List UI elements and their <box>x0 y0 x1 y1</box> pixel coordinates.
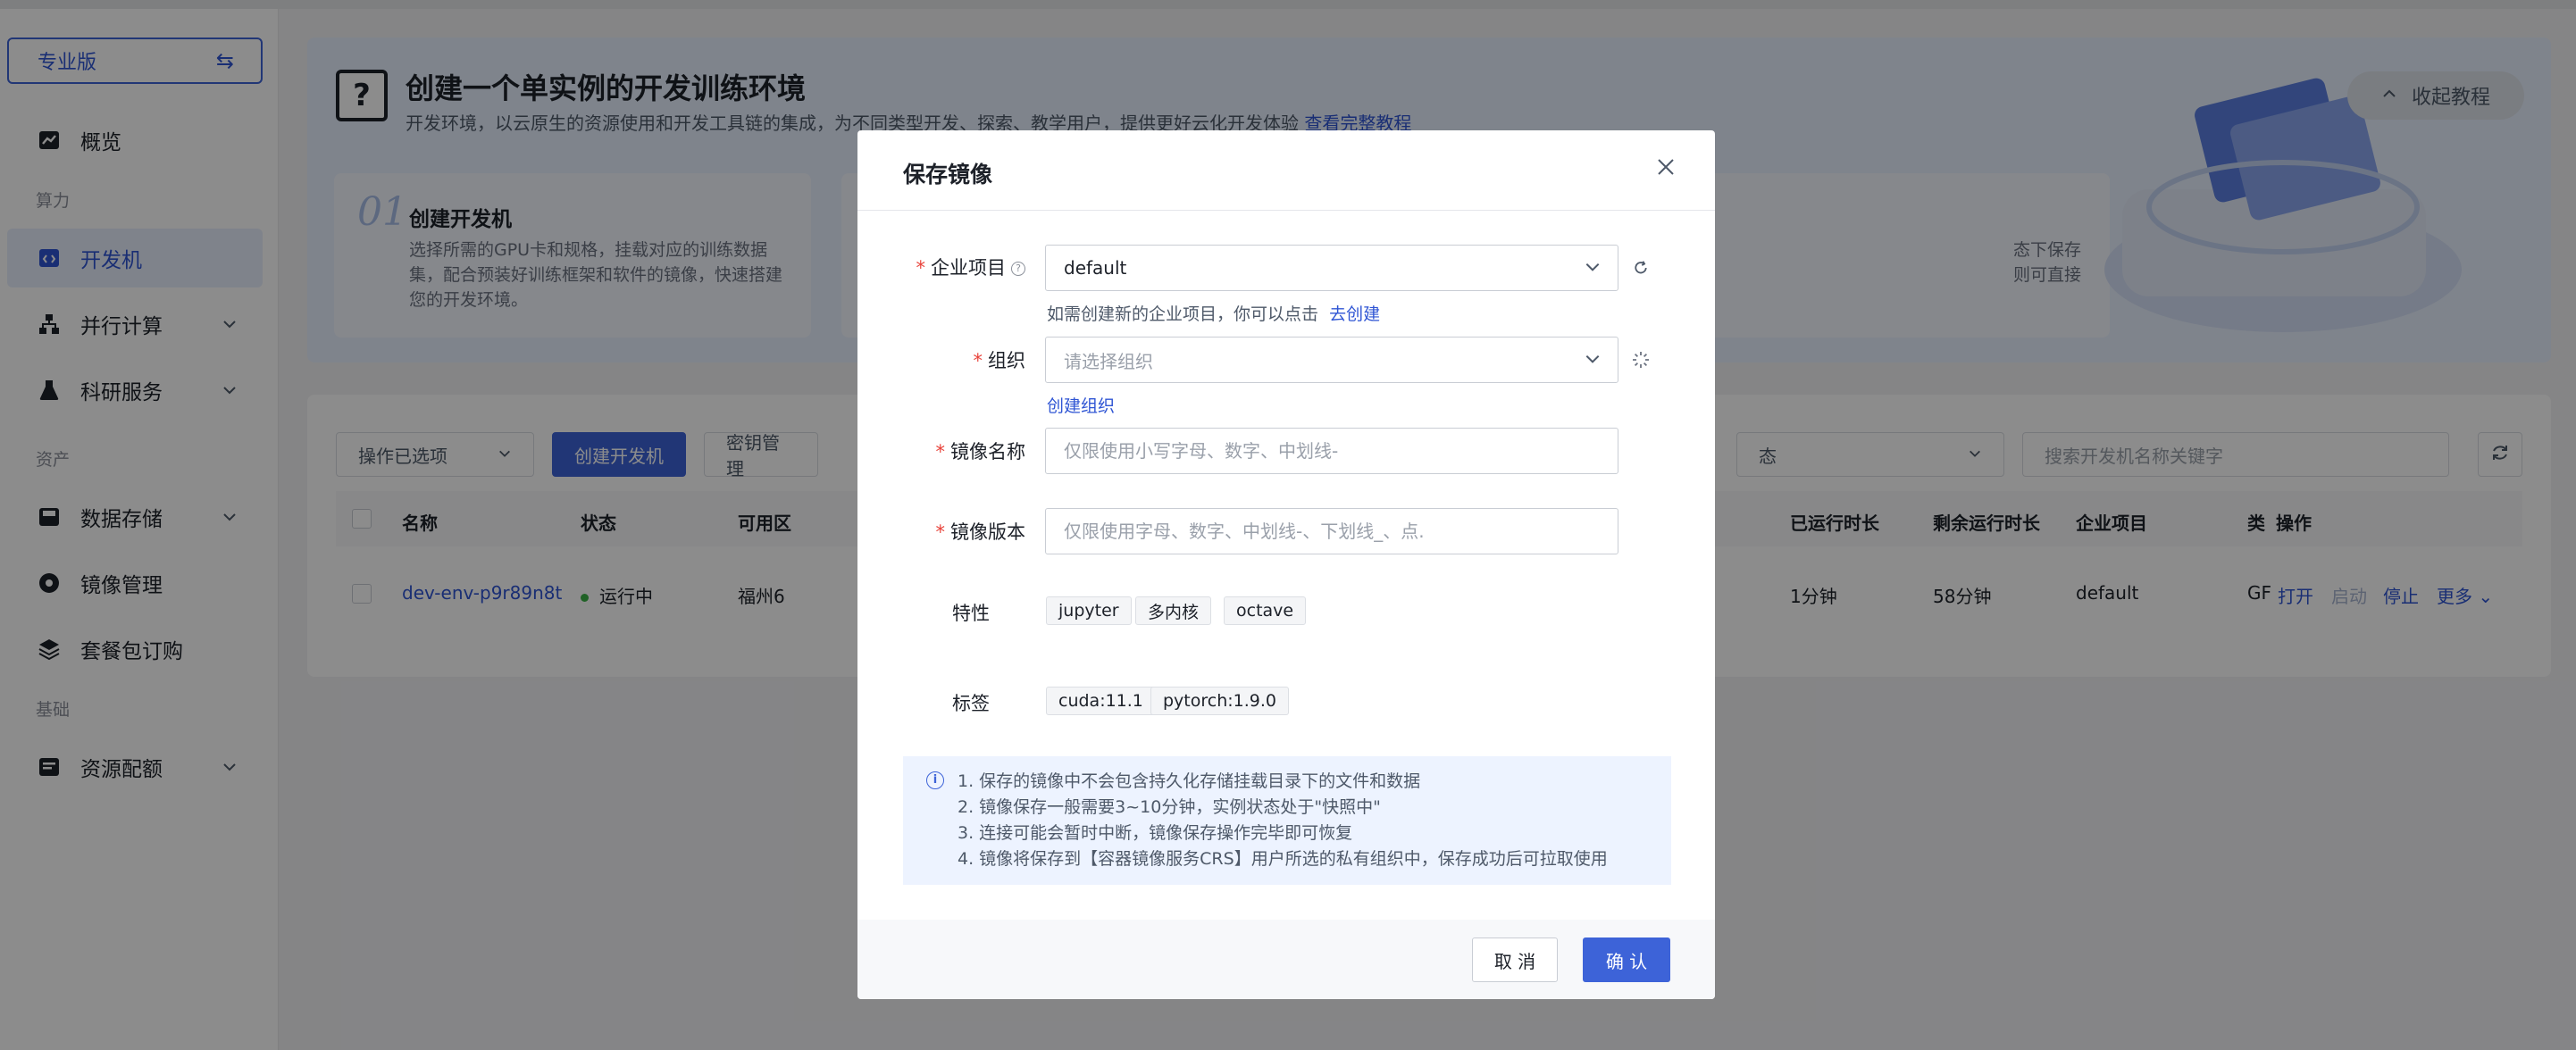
required-mark: * <box>973 350 983 371</box>
image-name-input[interactable] <box>1064 440 1600 462</box>
image-version-input[interactable] <box>1064 521 1600 542</box>
org-label: * 组织 <box>857 346 1026 373</box>
chevron-down-icon <box>1584 258 1602 280</box>
image-version-label-text: 镜像版本 <box>950 521 1025 543</box>
label-tag: pytorch:1.9.0 <box>1150 687 1290 715</box>
label-tag: cuda:11.1 <box>1046 687 1156 715</box>
image-name-label-text: 镜像名称 <box>950 441 1025 462</box>
org-placeholder: 请选择组织 <box>1064 350 1153 372</box>
confirm-button[interactable]: 确 认 <box>1583 938 1670 982</box>
labels-label: 标签 <box>952 693 990 714</box>
info-icon: i <box>926 771 944 789</box>
image-name-field[interactable] <box>1045 428 1618 474</box>
project-select[interactable]: default <box>1045 245 1618 291</box>
required-mark: * <box>935 441 946 462</box>
info-notice: i 1. 保存的镜像中不会包含持久化存储挂载目录下的文件和数据 2. 镜像保存一… <box>903 756 1671 885</box>
notice-line: 1. 保存的镜像中不会包含持久化存储挂载目录下的文件和数据 <box>958 771 1421 791</box>
notice-line: 3. 连接可能会暂时中断，镜像保存操作完毕即可恢复 <box>958 823 1353 843</box>
refresh-icon[interactable] <box>1631 258 1651 278</box>
org-select[interactable]: 请选择组织 <box>1045 337 1618 383</box>
notice-line: 2. 镜像保存一般需要3~10分钟，实例状态处于"快照中" <box>958 797 1381 817</box>
project-value: default <box>1064 257 1127 279</box>
required-mark: * <box>916 257 926 279</box>
required-mark: * <box>935 521 946 543</box>
close-icon[interactable] <box>1652 155 1679 182</box>
image-version-label: * 镜像版本 <box>857 518 1026 545</box>
dialog-title: 保存镜像 <box>903 162 993 188</box>
feature-tag: 多内核 <box>1135 596 1212 625</box>
dialog-header: 保存镜像 <box>857 130 1715 211</box>
feature-tag: jupyter <box>1046 596 1132 625</box>
project-hint-text: 如需创建新的企业项目，你可以点击 <box>1047 304 1319 324</box>
features-label: 特性 <box>952 603 990 624</box>
create-project-link[interactable]: 去创建 <box>1329 304 1380 324</box>
cancel-button[interactable]: 取 消 <box>1472 938 1558 982</box>
project-label: * 企业项目? <box>857 254 1025 280</box>
dialog-footer: 取 消 确 认 <box>857 920 1715 999</box>
create-org-link[interactable]: 创建组织 <box>1047 393 1115 417</box>
loading-icon <box>1631 350 1651 370</box>
notice-line: 4. 镜像将保存到【容器镜像服务CRS】用户所选的私有组织中，保存成功后可拉取使… <box>958 849 1608 869</box>
project-label-text: 企业项目 <box>931 257 1006 279</box>
help-icon[interactable]: ? <box>1011 262 1025 276</box>
save-image-dialog: 保存镜像 * 企业项目? default 如需创建新的企业项目，你可以点击 去创建… <box>857 130 1715 999</box>
image-name-label: * 镜像名称 <box>857 438 1026 464</box>
project-hint: 如需创建新的企业项目，你可以点击 去创建 <box>1047 301 1380 325</box>
org-label-text: 组织 <box>988 350 1025 371</box>
chevron-down-icon <box>1584 350 1602 372</box>
feature-tag: octave <box>1224 596 1307 625</box>
image-version-field[interactable] <box>1045 508 1618 554</box>
